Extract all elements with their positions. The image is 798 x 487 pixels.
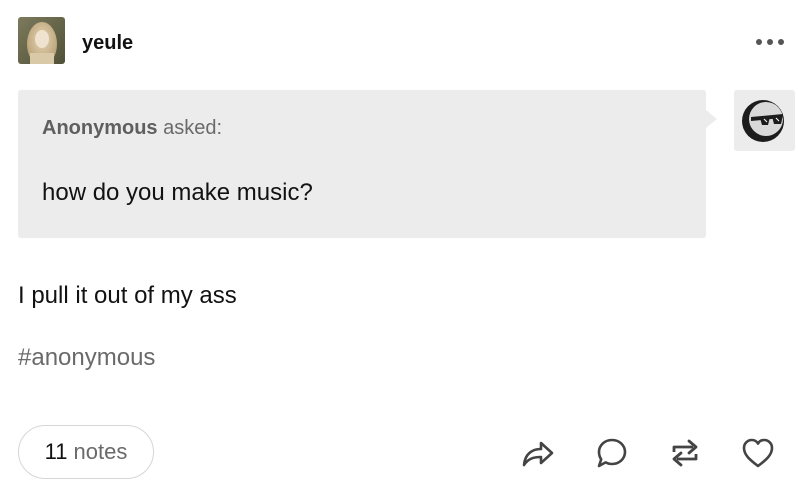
reblog-icon <box>672 439 698 467</box>
blog-avatar-image <box>18 17 65 64</box>
blog-name-link[interactable]: yeule <box>82 32 133 55</box>
share-button[interactable] <box>518 434 556 472</box>
asker-line: Anonymous asked: <box>42 117 222 140</box>
reblog-button[interactable] <box>666 434 704 472</box>
notes-count: 11 <box>44 439 68 464</box>
notes-button[interactable]: 11 notes <box>18 425 154 479</box>
anonymous-sunglasses-icon <box>741 99 784 142</box>
ask-box-pointer <box>706 110 717 128</box>
heart-icon <box>742 438 774 468</box>
ask-question: how do you make music? <box>42 179 313 206</box>
notes-label: notes <box>73 439 128 464</box>
more-dots-icon <box>756 39 784 45</box>
asker-name: Anonymous <box>42 117 158 139</box>
reply-button[interactable] <box>593 434 631 472</box>
share-icon <box>522 441 554 467</box>
tag-link[interactable]: #anonymous <box>18 344 155 372</box>
ask-box <box>18 90 706 238</box>
reply-icon <box>597 438 627 468</box>
answer-text: I pull it out of my ass <box>18 282 237 309</box>
anonymous-avatar <box>734 90 795 151</box>
more-options-button[interactable] <box>752 30 788 54</box>
blog-avatar[interactable] <box>18 17 65 64</box>
asked-label: asked: <box>163 117 223 139</box>
like-button[interactable] <box>739 434 777 472</box>
